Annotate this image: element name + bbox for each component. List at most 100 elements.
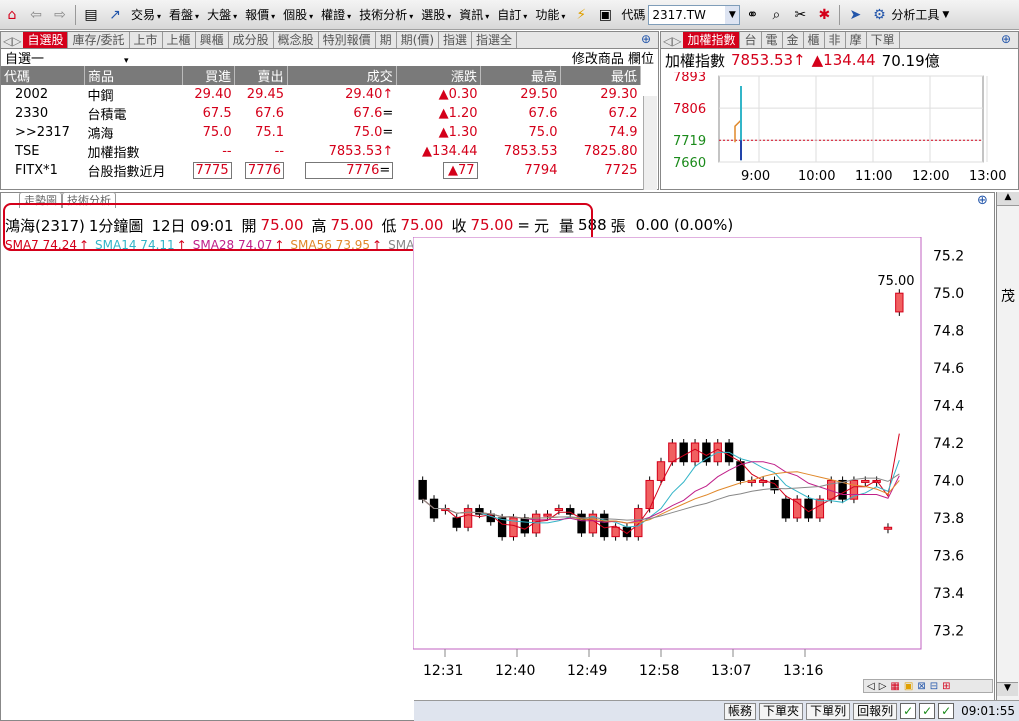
table-row[interactable]: TSE 加權指數 -- -- 7853.53↑ ▲134.44 7853.53 7825.80	[1, 142, 641, 161]
menu-item[interactable]: 權證 ▾	[317, 6, 355, 23]
quote-tab[interactable]: 特別報價	[319, 32, 376, 48]
status-bar: 帳務 下單夾 下單列 回報列 ✓ ✓ ✓ 09:01:55	[414, 700, 1019, 721]
status-button[interactable]: 下單夾	[759, 702, 804, 720]
index-tab[interactable]: 下單	[867, 32, 900, 48]
chart-tool-icon[interactable]: ⊞	[942, 681, 950, 692]
chevron-down-icon: ▾	[347, 12, 352, 21]
watchlist-select[interactable]: 自選一 ▾	[5, 48, 129, 67]
menu-item-label: 功能	[535, 8, 560, 22]
alert-icon[interactable]: ✱	[814, 5, 834, 25]
menu-item[interactable]: 看盤 ▾	[165, 6, 203, 23]
quote-tab[interactable]: 上櫃	[163, 32, 196, 48]
analysis-tool-icon[interactable]: ⚙	[869, 5, 889, 25]
zoom-in-icon[interactable]: ⊕	[641, 32, 651, 46]
quote-tab[interactable]: 自選股	[23, 32, 69, 48]
home-icon[interactable]: ⌂	[2, 5, 22, 25]
zoom-in-icon[interactable]: ⊕	[977, 193, 988, 208]
menu-item-label: 資訊	[459, 8, 484, 22]
index-tab[interactable]: 摩	[846, 32, 867, 48]
print-icon[interactable]: ▤	[81, 5, 101, 25]
cell-high: 7853.53	[503, 144, 558, 159]
window-icon[interactable]: ▣	[595, 5, 615, 25]
menu-bar: 交易 ▾ 看盤 ▾ 大盤 ▾ 報價 ▾ 個股 ▾ 權證 ▾ 技術分析 ▾ 選股 ▾ 資訊 ▾ 自訂 ▾ 功能 ▾	[127, 0, 569, 30]
chart-scroll-controls[interactable]: ◁ ▷ ▦ ▣ ⊠ ⊟ ⊞	[863, 679, 993, 693]
column-header[interactable]: 代碼	[1, 66, 86, 85]
quote-tab[interactable]: 指選	[439, 32, 473, 48]
back-icon[interactable]: ⇦	[26, 5, 46, 25]
menu-item[interactable]: 大盤 ▾	[203, 6, 241, 23]
quote-tab-nav[interactable]: ◁▷	[1, 34, 23, 48]
menu-item[interactable]: 功能 ▾	[531, 6, 569, 23]
menu-item[interactable]: 交易 ▾	[127, 6, 165, 23]
cursor-icon[interactable]: ➤	[845, 5, 865, 25]
chart-tool-icon[interactable]: ⊠	[917, 681, 925, 692]
menu-item[interactable]: 自訂 ▾	[493, 6, 531, 23]
menu-item[interactable]: 報價 ▾	[241, 6, 279, 23]
index-tab[interactable]: 櫃	[804, 32, 825, 48]
quote-table: 代碼 商品 買進 賣出 成交 漲跌 最高 最低 2002 中鋼 29.40 29.45 29.40↑ ▲…	[1, 66, 642, 180]
scroll-right-icon[interactable]: ▷	[879, 681, 887, 692]
index-tab[interactable]: 電	[762, 32, 783, 48]
quote-scrollbar[interactable]	[643, 96, 657, 190]
binoculars-icon[interactable]: ⚭	[742, 5, 762, 25]
quote-tab[interactable]: 上市	[130, 32, 163, 48]
analysis-tool-menu[interactable]: 分析工具	[891, 6, 939, 23]
checkbox[interactable]: ✓	[938, 703, 955, 719]
quote-tab[interactable]: 興櫃	[196, 32, 229, 48]
code-input[interactable]: 2317.TW ▼	[648, 4, 741, 25]
table-row[interactable]: 2002 中鋼 29.40 29.45 29.40↑ ▲0.30 29.50 29.30	[1, 85, 641, 104]
modify-product-button[interactable]: 修改商品	[572, 52, 624, 67]
menu-item[interactable]: 技術分析 ▾	[355, 6, 417, 23]
chevron-down-icon[interactable]: ▼	[942, 10, 949, 20]
index-tab[interactable]: 金	[783, 32, 804, 48]
menu-item[interactable]: 選股 ▾	[417, 6, 455, 23]
chart-tool-icon[interactable]: ▣	[904, 681, 913, 692]
column-header[interactable]: 商品	[84, 66, 183, 85]
scroll-down-icon[interactable]: ▼	[997, 682, 1018, 696]
forward-icon[interactable]: ⇨	[50, 5, 70, 25]
chevron-down-icon[interactable]: ▾	[124, 56, 129, 66]
menu-item[interactable]: 資訊 ▾	[455, 6, 493, 23]
column-header[interactable]: 賣出	[234, 66, 288, 85]
scroll-left-icon[interactable]: ◁	[867, 681, 875, 692]
quote-tab[interactable]: 庫存/委託	[68, 32, 130, 48]
cell-change: ▲0.30	[396, 85, 480, 104]
flash-icon[interactable]: ⚡	[571, 5, 591, 25]
status-button[interactable]: 帳務	[724, 702, 757, 720]
change-number: 0.30	[448, 87, 478, 102]
search-icon[interactable]: ⌕	[766, 5, 786, 25]
checkbox[interactable]: ✓	[900, 703, 917, 719]
status-button[interactable]: 回報列	[853, 702, 898, 720]
column-header[interactable]: 成交	[287, 66, 397, 85]
column-button[interactable]: 欄位	[628, 52, 654, 67]
column-header[interactable]: 最低	[560, 66, 642, 85]
table-row[interactable]: 2330 台積電 67.5 67.6 67.6= ▲1.20 67.6 67.2	[1, 104, 641, 123]
column-header[interactable]: 漲跌	[396, 66, 482, 85]
cell-code: >>2317	[15, 125, 70, 140]
chevron-down-icon[interactable]: ▼	[725, 5, 740, 24]
scroll-up-icon[interactable]: ▲	[997, 192, 1019, 206]
tools-icon[interactable]: ✂	[790, 5, 810, 25]
index-tab[interactable]: 台	[740, 32, 762, 48]
index-tab[interactable]: 非	[825, 32, 846, 48]
status-button[interactable]: 下單列	[806, 702, 851, 720]
index-tab-nav[interactable]: ◁▷	[661, 34, 683, 48]
zoom-in-icon[interactable]: ⊕	[1001, 32, 1011, 46]
quote-tab[interactable]: 概念股	[274, 32, 319, 48]
chart-tool-icon[interactable]: ▦	[890, 681, 899, 692]
column-header[interactable]: 最高	[480, 66, 561, 85]
chart-tool-icon[interactable]: ⊟	[930, 681, 938, 692]
quote-tab[interactable]: 指選全	[472, 32, 518, 48]
index-tab[interactable]: 加權指數	[683, 32, 741, 48]
quote-tab[interactable]: 成分股	[229, 32, 274, 48]
menu-item[interactable]: 個股 ▾	[279, 6, 317, 23]
export-icon[interactable]: ↗	[105, 5, 125, 25]
candle	[463, 508, 473, 528]
table-row[interactable]: >>2317 鴻海 75.0 75.1 75.0= ▲1.30 75.0 74.9	[1, 123, 641, 142]
column-header[interactable]: 買進	[182, 66, 236, 85]
quote-tab[interactable]: 期	[376, 32, 397, 48]
last-value: 7853.53↑	[328, 144, 394, 159]
checkbox[interactable]: ✓	[919, 703, 936, 719]
quote-tab[interactable]: 期(價)	[397, 32, 440, 48]
table-row[interactable]: FITX*1 台股指數近月 7775 7776 7776= ▲77 7794 7725	[1, 161, 641, 180]
